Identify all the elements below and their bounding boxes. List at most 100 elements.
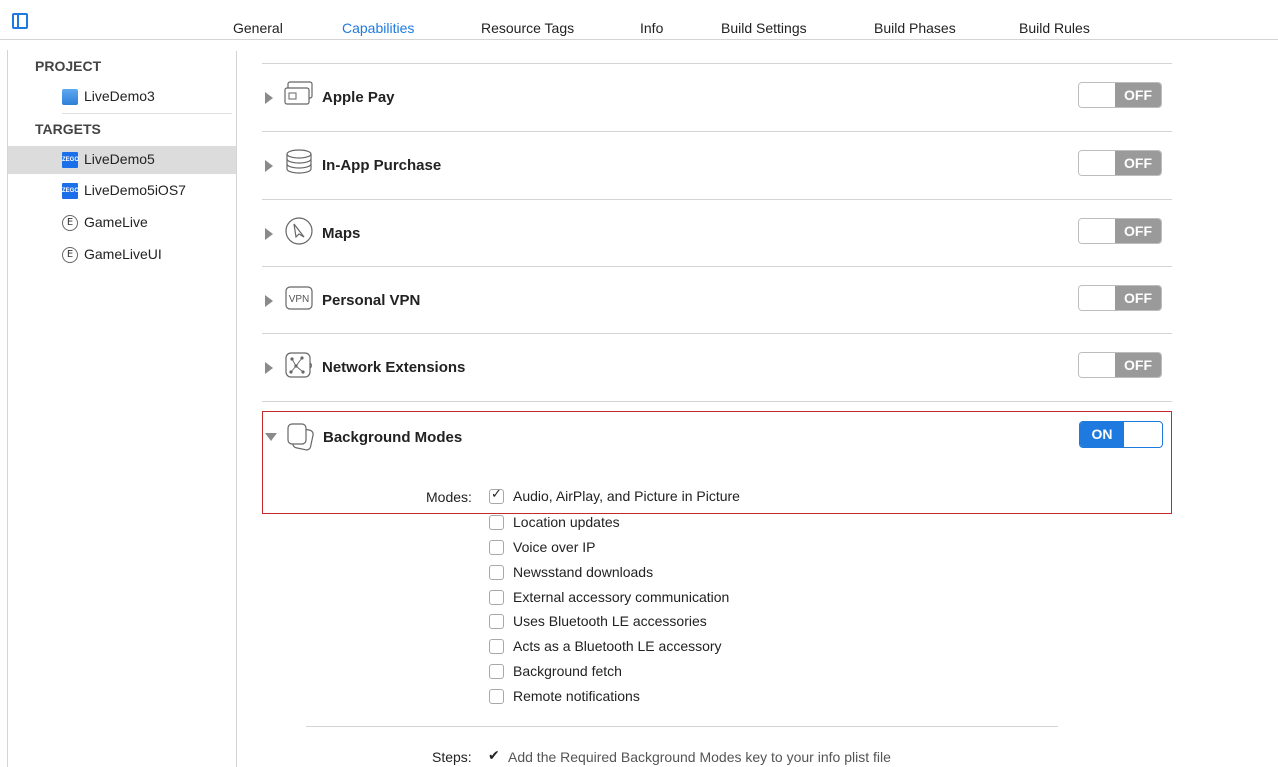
disclosure-triangle-icon[interactable] — [265, 160, 273, 172]
checkmark-icon: ✓ — [491, 486, 502, 502]
mode-label: Background fetch — [513, 663, 622, 679]
sidebar-item-gameliveui[interactable]: E GameLiveUI — [8, 241, 236, 269]
tab-resource-tags[interactable]: Resource Tags — [481, 20, 574, 36]
sidebar-item-livedemo3[interactable]: LiveDemo3 — [8, 83, 236, 111]
capability-title: Apple Pay — [322, 89, 395, 106]
tab-info[interactable]: Info — [640, 20, 663, 36]
steps-label: Steps: — [432, 749, 472, 765]
toggle-knob — [1079, 353, 1117, 377]
apple-pay-icon — [284, 81, 313, 105]
row-divider — [262, 401, 1172, 402]
mode-checkbox-external-accessory[interactable]: External accessory communication — [489, 587, 729, 607]
network-extensions-icon — [285, 352, 312, 378]
disclosure-triangle-icon[interactable] — [265, 295, 273, 307]
checkbox[interactable] — [489, 539, 504, 555]
apple-pay-toggle[interactable]: OFF — [1078, 82, 1162, 108]
tab-build-rules[interactable]: Build Rules — [1019, 20, 1090, 36]
step-complete-icon: ✔ — [488, 748, 500, 764]
capability-row-apple-pay: Apple Pay OFF — [262, 63, 1172, 131]
mode-label: Newsstand downloads — [513, 564, 654, 580]
step-text: Add the Required Background Modes key to… — [508, 749, 891, 765]
checkbox[interactable]: ✓ — [489, 486, 504, 504]
toggle-state-label: OFF — [1115, 219, 1161, 243]
toggle-knob — [1079, 286, 1117, 310]
tab-general[interactable]: General — [233, 20, 283, 36]
sidebar-item-label: LiveDemo5iOS7 — [84, 182, 186, 198]
mode-checkbox-location[interactable]: Location updates — [489, 512, 620, 532]
sidebar-item-livedemo5ios7[interactable]: ZEGO LiveDemo5iOS7 — [8, 177, 236, 205]
capability-title: Network Extensions — [322, 359, 466, 376]
network-extensions-toggle[interactable]: OFF — [1078, 352, 1162, 378]
zego-app-icon: ZEGO — [62, 152, 79, 168]
editor-tab-bar: General Capabilities Resource Tags Info … — [0, 0, 1278, 40]
toggle-knob — [1079, 151, 1117, 175]
mode-label: Remote notifications — [513, 688, 640, 704]
maps-icon — [285, 217, 313, 245]
checkbox[interactable] — [489, 514, 504, 530]
sidebar-item-gamelive[interactable]: E GameLive — [8, 209, 236, 237]
capability-row-network-extensions: Network Extensions OFF — [262, 333, 1172, 401]
tab-capabilities[interactable]: Capabilities — [342, 20, 414, 36]
sidebar-divider — [62, 113, 232, 114]
in-app-purchase-toggle[interactable]: OFF — [1078, 150, 1162, 176]
disclosure-triangle-icon[interactable] — [265, 362, 273, 374]
targets-section-header: TARGETS — [35, 121, 101, 137]
toggle-state-label: ON — [1080, 422, 1124, 447]
mode-checkbox-bluetooth-peripheral[interactable]: Acts as a Bluetooth LE accessory — [489, 636, 722, 656]
toggle-state-label: OFF — [1115, 353, 1161, 377]
mode-label: Acts as a Bluetooth LE accessory — [513, 638, 722, 654]
checkbox[interactable] — [489, 589, 504, 605]
disclosure-triangle-icon[interactable] — [265, 92, 273, 104]
capability-title: Personal VPN — [322, 292, 421, 309]
mode-checkbox-voip[interactable]: Voice over IP — [489, 537, 596, 557]
capability-title: Background Modes — [323, 429, 463, 446]
mode-checkbox-remote-notifications[interactable]: Remote notifications — [489, 686, 640, 706]
disclosure-triangle-icon[interactable] — [265, 228, 273, 240]
checkbox[interactable] — [489, 663, 504, 679]
sidebar-item-label: GameLive — [84, 214, 148, 230]
tab-build-phases[interactable]: Build Phases — [874, 20, 956, 36]
toggle-state-label: OFF — [1115, 286, 1161, 310]
mode-checkbox-audio[interactable]: ✓ Audio, AirPlay, and Picture in Picture — [489, 486, 740, 506]
capability-title: In-App Purchase — [322, 157, 442, 174]
disclosure-triangle-expanded-icon[interactable] — [265, 433, 277, 441]
capability-row-in-app-purchase: In-App Purchase OFF — [262, 131, 1172, 199]
mode-label: Voice over IP — [513, 539, 596, 555]
navigator-toggle-icon[interactable] — [12, 13, 28, 29]
sidebar-item-label: LiveDemo5 — [84, 151, 155, 167]
toggle-state-label: OFF — [1115, 83, 1161, 107]
checkbox[interactable] — [489, 564, 504, 580]
capability-row-maps: Maps OFF — [262, 199, 1172, 267]
personal-vpn-toggle[interactable]: OFF — [1078, 285, 1162, 311]
in-app-purchase-icon — [286, 149, 312, 174]
checkbox[interactable] — [489, 638, 504, 654]
mode-checkbox-newsstand[interactable]: Newsstand downloads — [489, 562, 653, 582]
project-section-header: PROJECT — [35, 58, 102, 74]
toggle-knob — [1079, 83, 1117, 107]
zego-app-icon: ZEGO — [62, 183, 79, 199]
extension-icon: E — [62, 247, 78, 263]
project-target-sidebar: PROJECT LiveDemo3 TARGETS ZEGO LiveDemo5… — [8, 51, 237, 767]
steps-divider — [306, 726, 1058, 727]
checkbox[interactable] — [489, 613, 504, 629]
extension-icon: E — [62, 215, 78, 231]
vpn-icon: VPN — [285, 286, 313, 310]
toggle-state-label: OFF — [1115, 151, 1161, 175]
mode-label: Uses Bluetooth LE accessories — [513, 613, 707, 629]
mode-label: Location updates — [513, 514, 620, 530]
modes-label: Modes: — [426, 489, 472, 505]
sidebar-item-label: LiveDemo3 — [84, 88, 155, 104]
sidebar-item-livedemo5[interactable]: ZEGO LiveDemo5 — [8, 146, 236, 174]
checkbox[interactable] — [489, 688, 504, 704]
mode-checkbox-bluetooth-central[interactable]: Uses Bluetooth LE accessories — [489, 611, 707, 631]
mode-label: External accessory communication — [513, 589, 730, 605]
toggle-knob — [1079, 219, 1117, 243]
maps-toggle[interactable]: OFF — [1078, 218, 1162, 244]
background-modes-toggle[interactable]: ON — [1079, 421, 1163, 448]
tab-build-settings[interactable]: Build Settings — [721, 20, 807, 36]
capability-title: Maps — [322, 225, 361, 242]
mode-checkbox-background-fetch[interactable]: Background fetch — [489, 661, 622, 681]
svg-text:VPN: VPN — [289, 294, 310, 305]
project-icon — [62, 89, 78, 105]
sidebar-item-label: GameLiveUI — [84, 246, 162, 262]
